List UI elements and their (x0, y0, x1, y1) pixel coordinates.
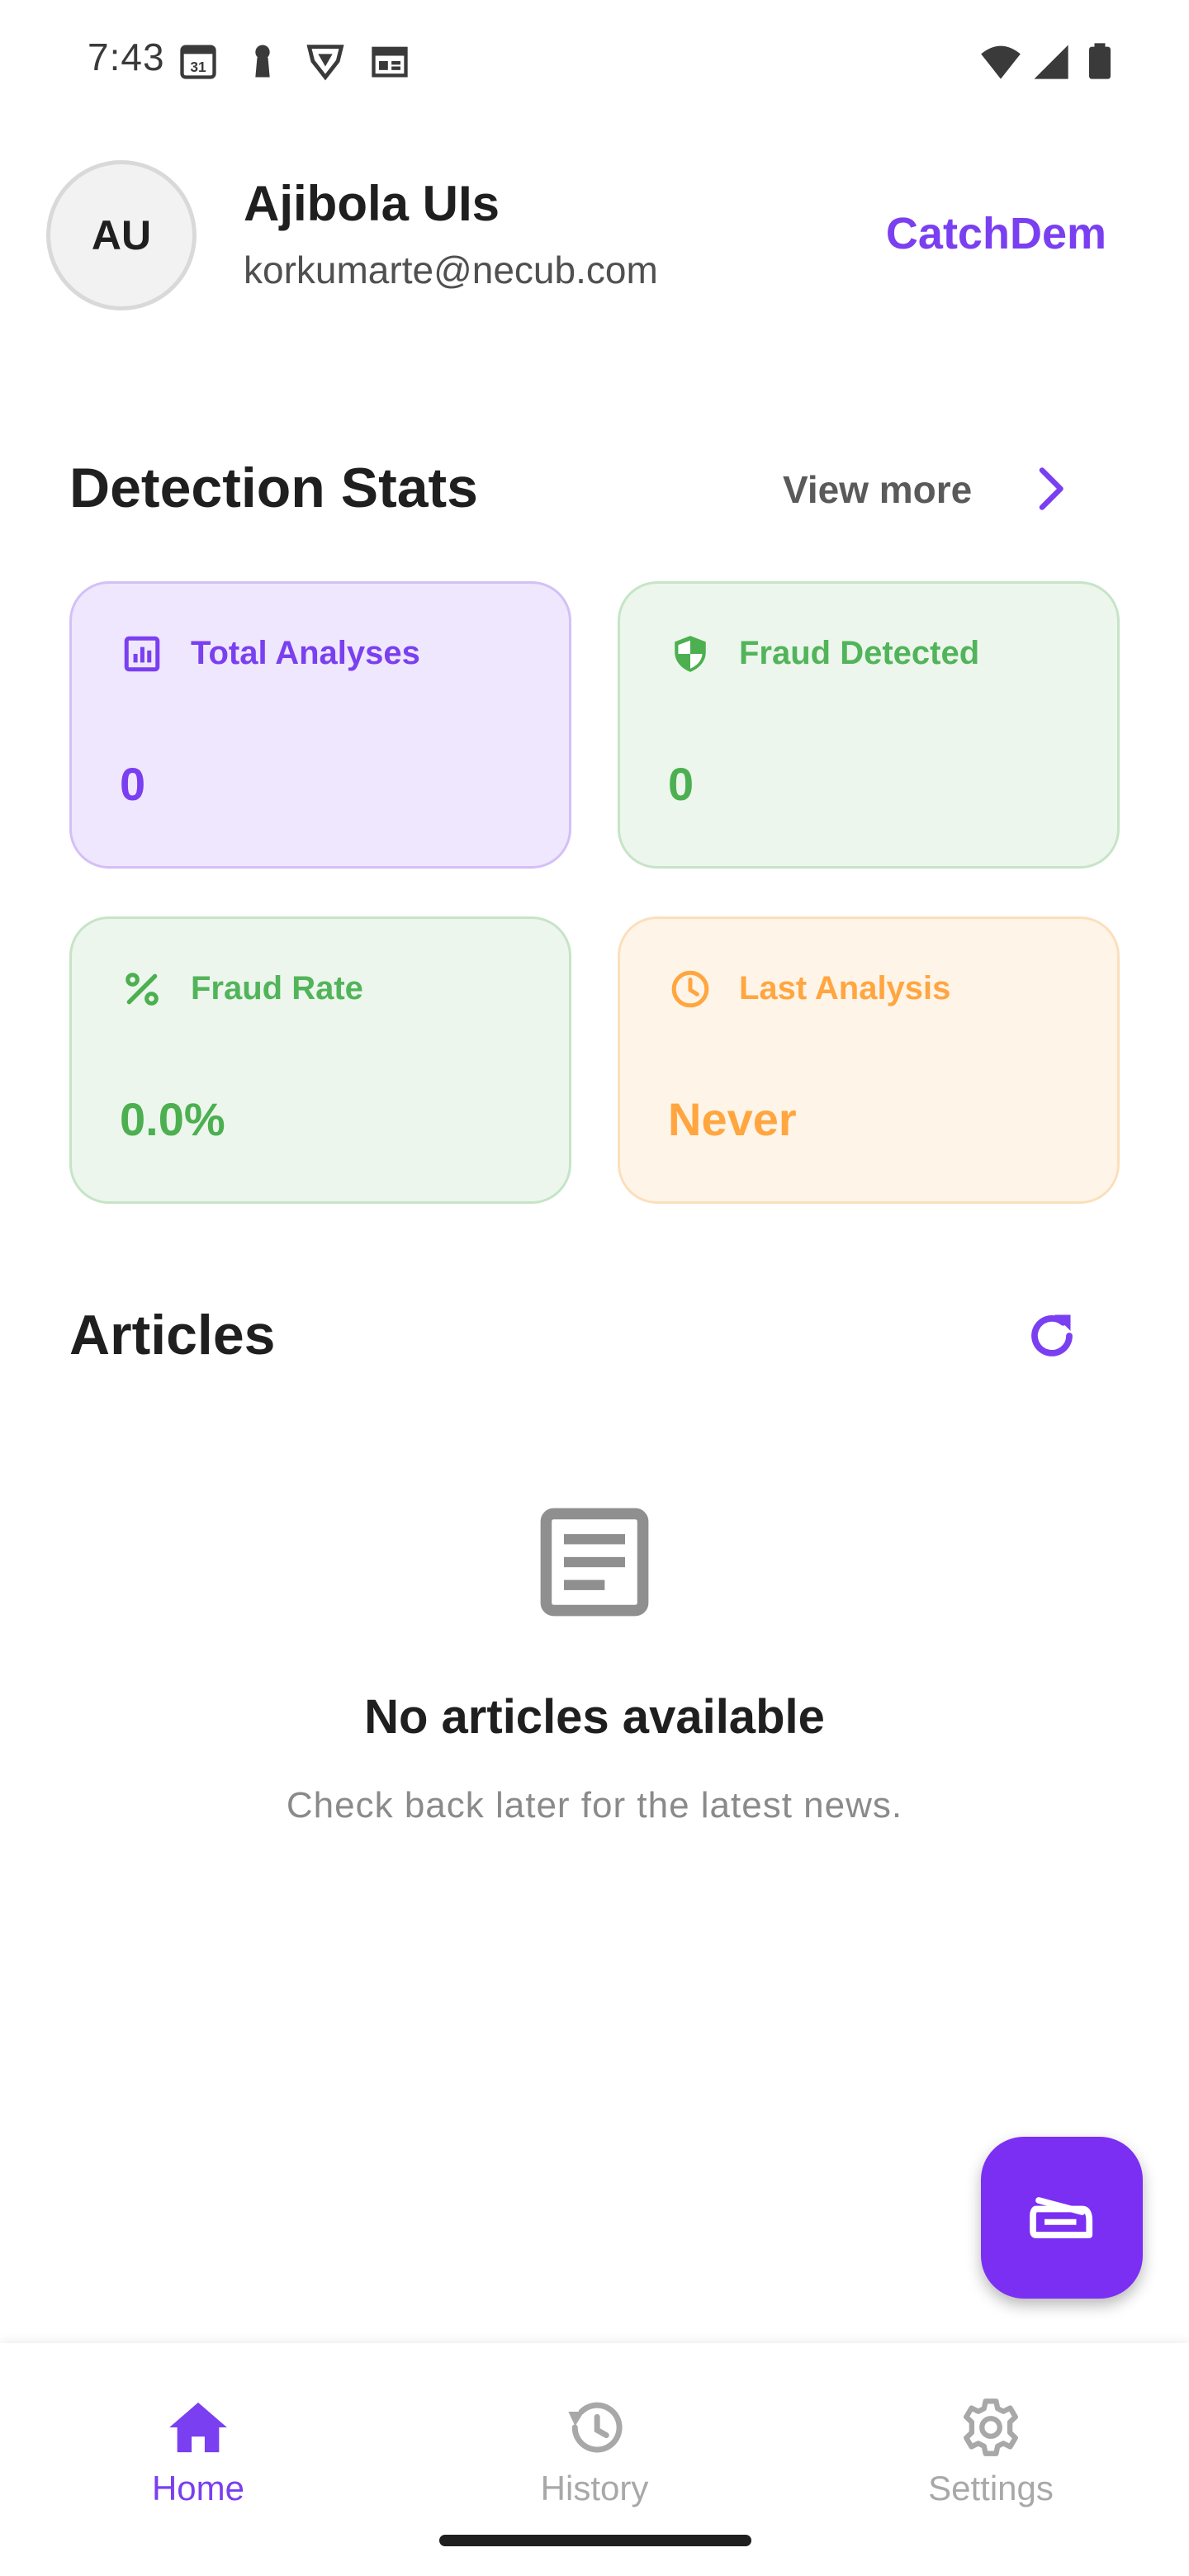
percent-icon (121, 968, 163, 1010)
chevron-right-icon[interactable] (1026, 464, 1075, 514)
nav-label: Settings (928, 2469, 1054, 2507)
stat-card-fraud-rate[interactable]: Fraud Rate 0.0% (69, 916, 571, 1204)
vpn-shield-icon (304, 40, 347, 83)
svg-text:31: 31 (190, 59, 206, 75)
refresh-icon[interactable] (1022, 1306, 1082, 1366)
stat-card-fraud-detected[interactable]: Fraud Detected 0 (618, 581, 1120, 869)
shield-icon (670, 633, 711, 675)
stat-value: 0.0% (120, 1093, 225, 1145)
battery-icon (1078, 40, 1121, 83)
settings-icon (959, 2396, 1022, 2459)
status-bar: 7:43 31 (0, 0, 1189, 116)
nav-item-settings[interactable]: Settings (867, 2371, 1115, 2520)
keyhole-icon (241, 40, 284, 83)
stat-value: Never (668, 1093, 797, 1145)
detection-stats-title: Detection Stats (69, 457, 478, 519)
stat-label: Total Analyses (191, 635, 420, 671)
stat-card-total-analyses[interactable]: Total Analyses 0 (69, 581, 571, 869)
scan-fab-button[interactable] (981, 2137, 1143, 2299)
stat-label: Fraud Detected (739, 635, 980, 671)
stat-label: Last Analysis (739, 970, 951, 1006)
nav-item-home[interactable]: Home (74, 2371, 322, 2520)
calendar-31-icon: 31 (177, 40, 220, 83)
nav-item-history[interactable]: History (471, 2371, 718, 2520)
history-icon (563, 2396, 626, 2459)
home-icon (167, 2396, 230, 2459)
empty-state-title: No articles available (364, 1690, 825, 1744)
nav-label: Home (151, 2469, 245, 2507)
user-name: Ajibola UIs (244, 176, 500, 231)
signal-icon (1029, 40, 1072, 83)
bar-chart-icon (121, 633, 163, 675)
view-more-link[interactable]: View more (783, 467, 972, 512)
stat-value: 0 (120, 758, 146, 810)
clock-icon (670, 968, 711, 1010)
news-icon (368, 40, 411, 83)
user-email: korkumarte@necub.com (244, 249, 658, 291)
nav-label: History (540, 2469, 649, 2507)
status-time: 7:43 (88, 36, 165, 78)
stat-label: Fraud Rate (191, 970, 363, 1006)
brand-name: CatchDem (885, 209, 1106, 258)
scanner-icon (1027, 2183, 1097, 2252)
home-indicator (439, 2535, 751, 2546)
avatar[interactable]: AU (46, 160, 197, 310)
bottom-navigation: Home History Settings (0, 2343, 1189, 2576)
stat-card-last-analysis[interactable]: Last Analysis Never (618, 916, 1120, 1204)
article-icon (533, 1501, 656, 1623)
articles-title: Articles (69, 1304, 276, 1366)
wifi-icon (979, 40, 1022, 83)
stat-value: 0 (668, 758, 694, 810)
empty-state-subtitle: Check back later for the latest news. (286, 1785, 903, 1825)
